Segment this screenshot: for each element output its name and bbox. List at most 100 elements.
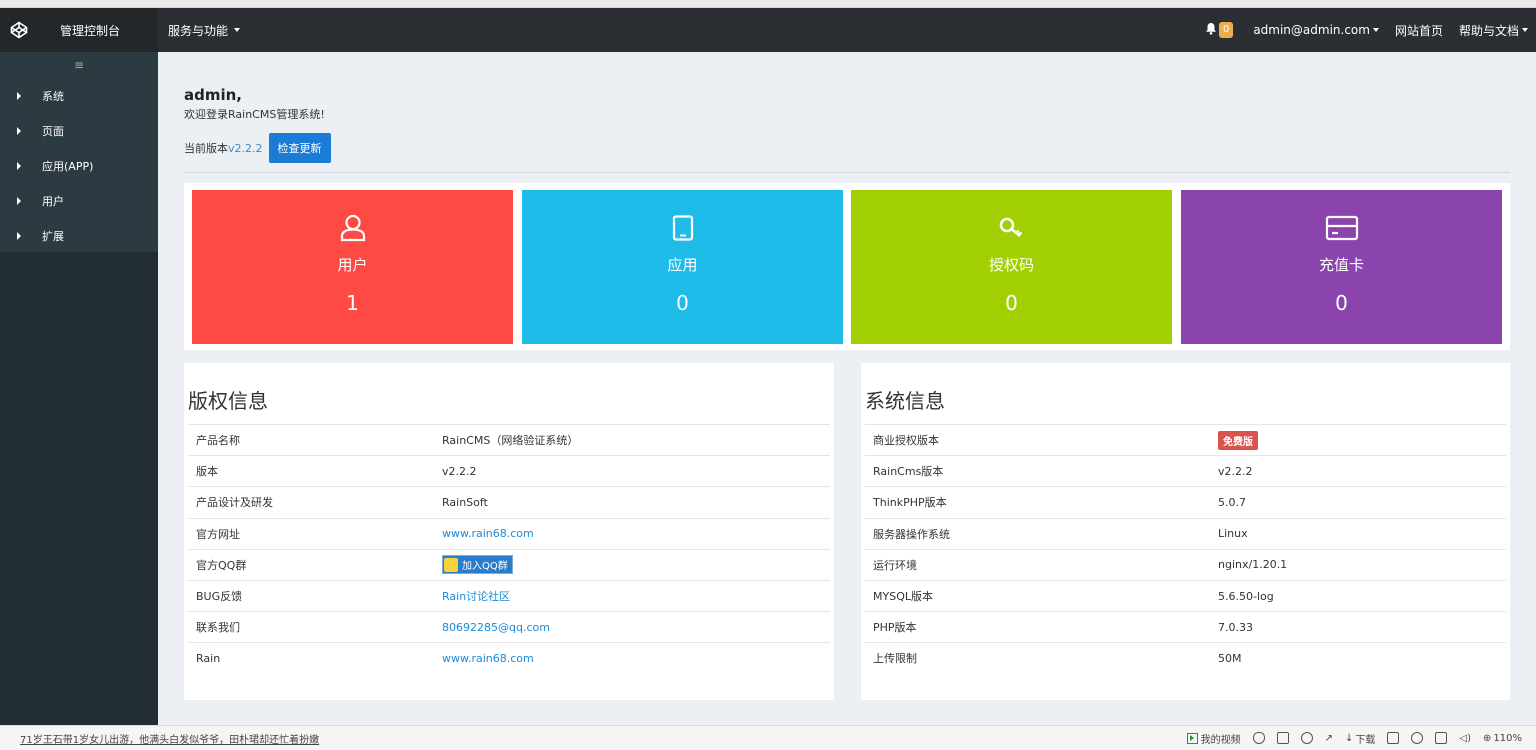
rocket-icon[interactable]: ↗ [1325, 733, 1333, 744]
row-key: Rain [196, 651, 221, 665]
sidebar-item-apps[interactable]: 应用(APP) [0, 148, 158, 183]
table-row: 运行环境 nginx/1.20.1 [865, 548, 1506, 580]
notifications[interactable]: 0 [1195, 22, 1245, 38]
news-ticker-link[interactable]: 71岁王石带1岁女儿出游，他满头白发似爷爷，田朴珺却还忙着扮嫩 [20, 731, 319, 746]
sidebar-item-system[interactable]: 系统 [0, 78, 158, 113]
caret-down-icon [1372, 28, 1379, 32]
tablet-icon [522, 213, 843, 243]
table-row: ThinkPHP版本 5.0.7 [865, 486, 1506, 517]
notification-count-badge: 0 [1218, 22, 1234, 38]
print-icon[interactable] [1387, 732, 1400, 744]
services-menu[interactable]: 服务与功能 [168, 22, 241, 39]
table-row: 官方网址 www.rain68.com [188, 517, 830, 549]
caret-down-icon [234, 28, 241, 32]
table-row: 产品名称 RainCMS（网络验证系统） [188, 424, 830, 455]
sidebar-toggle[interactable]: ≡ [0, 52, 158, 78]
window-icon[interactable] [1435, 732, 1448, 744]
version-line: 当前版本 v2.2.2 检查更新 [184, 133, 331, 163]
stats-row: 用户 1 应用 0 授权码 0 充值卡 0 [184, 183, 1510, 350]
stat-card-apps[interactable]: 应用 0 [522, 190, 843, 344]
main-content: admin, 欢迎登录RainCMS管理系统! 当前版本 v2.2.2 检查更新 … [158, 52, 1536, 725]
official-site-link[interactable]: www.rain68.com [442, 527, 534, 540]
stat-label: 用户 [337, 256, 368, 274]
check-update-button[interactable]: 检查更新 [268, 133, 331, 163]
my-video-button[interactable]: 我的视频 [1186, 731, 1241, 746]
sidebar-item-users[interactable]: 用户 [0, 183, 158, 218]
stat-value: 1 [346, 291, 359, 315]
sidebar-item-pages[interactable]: 页面 [0, 113, 158, 148]
top-navbar: 管理控制台 服务与功能 0 admin@admin.com 网站首页 帮助与文档 [0, 8, 1536, 52]
rain-site-link[interactable]: www.rain68.com [442, 652, 534, 665]
version-number: v2.2.2 [228, 141, 263, 155]
row-value: v2.2.2 [442, 464, 477, 478]
user-email: admin@admin.com [1253, 23, 1370, 37]
site-home-link[interactable]: 网站首页 [1387, 8, 1451, 52]
row-key: 官方QQ群 [196, 558, 247, 572]
sidebar-item-label: 页面 [42, 124, 64, 138]
sidebar-item-extensions[interactable]: 扩展 [0, 218, 158, 253]
key-icon [851, 213, 1172, 243]
caret-right-icon [17, 196, 21, 205]
sidebar-item-label: 应用(APP) [42, 159, 94, 173]
row-value: Linux [1218, 527, 1248, 541]
stat-card-users[interactable]: 用户 1 [192, 190, 513, 344]
table-row: 上传限制 50M [865, 642, 1506, 673]
sidebar-item-label: 用户 [42, 194, 64, 208]
help-menu-label: 帮助与文档 [1458, 23, 1519, 38]
caret-right-icon [17, 126, 21, 135]
table-row: 产品设计及研发 RainSoft [188, 486, 830, 517]
welcome-block: admin, 欢迎登录RainCMS管理系统! [184, 86, 325, 122]
row-value: 5.0.7 [1218, 495, 1246, 509]
row-key: 商业授权版本 [873, 434, 939, 448]
brand-title: 管理控制台 [60, 23, 121, 38]
screenshot-icon[interactable] [1276, 732, 1289, 744]
bug-forum-link[interactable]: Rain讨论社区 [442, 588, 510, 604]
table-row: 官方QQ群 加入QQ群 [188, 548, 830, 580]
feedback-icon[interactable] [1300, 732, 1313, 744]
row-key: 上传限制 [873, 652, 917, 666]
welcome-username: admin, [184, 86, 243, 104]
sysinfo-title: 系统信息 [865, 389, 945, 413]
codepen-logo-icon [9, 20, 29, 40]
row-key: 版本 [196, 465, 218, 479]
row-value: nginx/1.20.1 [1218, 558, 1288, 572]
join-qq-group-button[interactable]: 加入QQ群 [442, 555, 513, 575]
stat-label: 应用 [667, 256, 698, 274]
zoom-control[interactable]: ⊕ 110% [1483, 733, 1522, 744]
table-row: 商业授权版本 免费版 [865, 424, 1506, 455]
brand[interactable]: 管理控制台 [0, 8, 158, 52]
help-menu[interactable]: 帮助与文档 [1451, 8, 1536, 52]
browser-icon[interactable] [1411, 732, 1424, 744]
my-video-label: 我的视频 [1200, 734, 1241, 746]
row-key: 联系我们 [196, 621, 240, 635]
row-value: 5.6.50-log [1218, 589, 1274, 603]
sidebar-menu: ≡ 系统 页面 应用(APP) 用户 扩展 [0, 52, 158, 252]
play-icon [1186, 732, 1198, 744]
contact-email-link[interactable]: 80692285@qq.com [442, 621, 550, 634]
stat-card-license-codes[interactable]: 授权码 0 [851, 190, 1172, 344]
user-menu[interactable]: admin@admin.com [1245, 8, 1387, 52]
table-row: PHP版本 7.0.33 [865, 611, 1506, 642]
table-row: BUG反馈 Rain讨论社区 [188, 579, 830, 611]
sysinfo-panel: 系统信息 商业授权版本 免费版 RainCms版本 v2.2.2 ThinkPHP版… [861, 363, 1510, 700]
row-key: 产品设计及研发 [196, 496, 273, 510]
speaker-icon[interactable]: ◁) [1459, 733, 1471, 744]
caret-right-icon [17, 91, 21, 100]
download-button[interactable]: ↓ 下载 [1345, 731, 1375, 746]
services-menu-label: 服务与功能 [168, 23, 229, 38]
stat-card-recharge-cards[interactable]: 充值卡 0 [1181, 190, 1502, 344]
license-badge: 免费版 [1218, 430, 1258, 450]
table-row: Rain www.rain68.com [188, 642, 830, 673]
stat-label: 授权码 [988, 256, 1034, 274]
browser-tabstrip [0, 0, 1536, 8]
caret-right-icon [17, 161, 21, 170]
user-icon [192, 213, 513, 243]
row-key: PHP版本 [873, 621, 917, 635]
copyright-panel: 版权信息 产品名称 RainCMS（网络验证系统） 版本 v2.2.2 产品设计及研… [184, 363, 834, 700]
sidebar-item-label: 扩展 [42, 229, 64, 243]
copyright-table: 产品名称 RainCMS（网络验证系统） 版本 v2.2.2 产品设计及研发 Rain… [188, 424, 830, 674]
shield-icon[interactable] [1252, 732, 1265, 744]
bell-icon [1205, 22, 1217, 38]
qq-avatar-icon [444, 557, 458, 572]
row-key: 服务器操作系统 [873, 527, 950, 541]
